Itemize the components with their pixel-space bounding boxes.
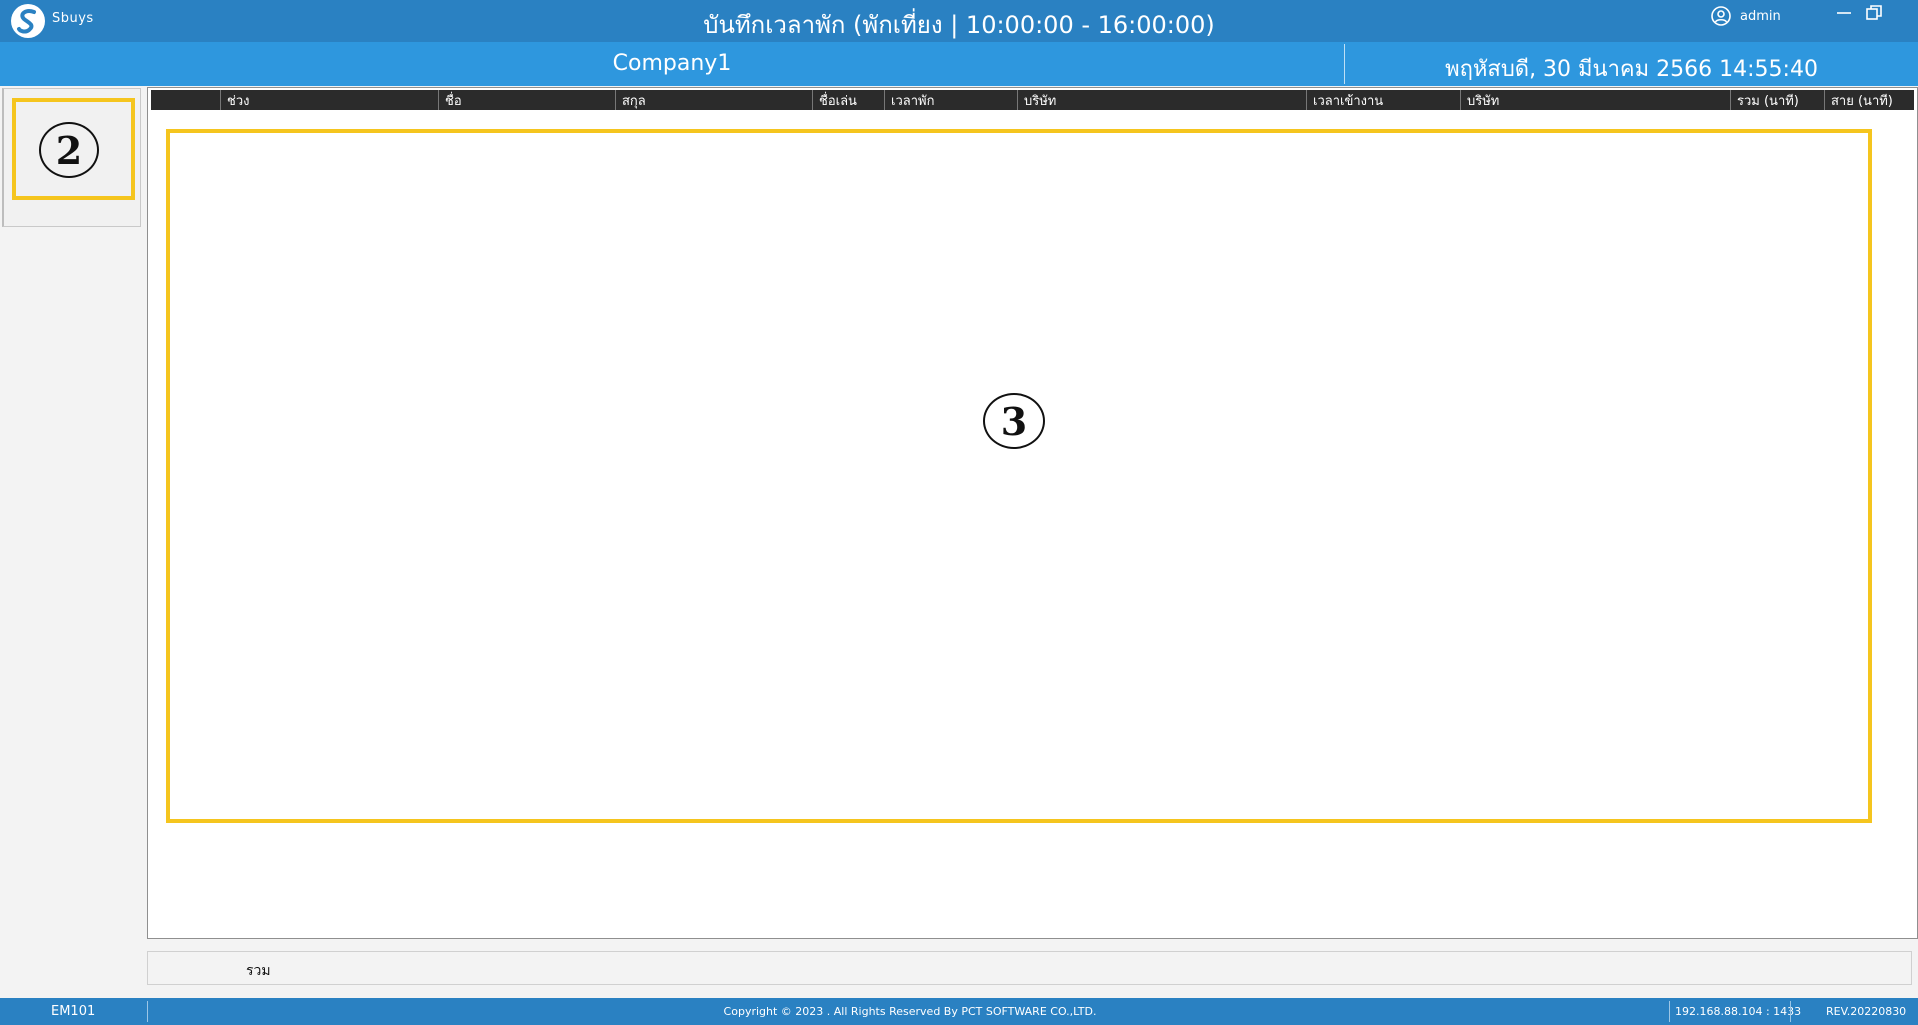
column-header-total-minutes[interactable]: รวม (นาที) [1730,90,1824,110]
callout-number-2: 2 [39,122,99,178]
company-name: Company1 [612,51,732,76]
window-title: บันทึกเวลาพัก (พักเที่ยง | 10:00:00 - 16… [703,11,1215,39]
column-header-nickname[interactable]: ชื่อเล่น [812,90,884,110]
revision-label: REV.20220830 [1826,1005,1907,1018]
status-divider [1669,1001,1670,1022]
column-header-company-2[interactable]: บริษัท [1460,90,1730,110]
user-icon [1711,6,1731,26]
header-bar: Company1 พฤหัสบดี, 30 มีนาคม 2566 14:55:… [0,42,1918,86]
user-name: admin [1740,8,1781,24]
column-header-company[interactable]: บริษัท [1017,90,1306,110]
column-header-last-name[interactable]: สกุล [615,90,812,110]
user-menu[interactable]: admin [1710,4,1781,28]
copyright-text: Copyright © 2023 . All Rights Reserved B… [723,1005,1097,1018]
column-header-select[interactable] [151,90,220,110]
status-bar: EM101 Copyright © 2023 . All Rights Rese… [0,998,1918,1025]
restore-icon[interactable] [1863,2,1885,24]
server-address: 192.168.88.104 : 1433 [1675,1005,1802,1018]
callout-highlight-3 [166,129,1872,823]
summary-total-label: รวม [246,963,271,979]
minimize-icon[interactable] [1833,2,1855,24]
summary-bar: รวม [147,951,1912,985]
current-datetime: พฤหัสบดี, 30 มีนาคม 2566 14:55:40 [1445,57,1818,82]
column-header-break-time[interactable]: เวลาพัก [884,90,1017,110]
callout-number-3: 3 [983,393,1045,449]
grid-header: ช่วง ชื่อ สกุล ชื่อเล่น เวลาพัก บริษัท เ… [151,90,1914,110]
column-header-late-minutes[interactable]: สาย (นาที) [1824,90,1916,110]
status-divider [1790,1001,1791,1022]
column-header-check-in-time[interactable]: เวลาเข้างาน [1306,90,1460,110]
column-header-period[interactable]: ช่วง [220,90,438,110]
title-bar: Sbuys บันทึกเวลาพัก (พักเที่ยง | 10:00:0… [0,0,1918,42]
column-header-first-name[interactable]: ชื่อ [438,90,615,110]
